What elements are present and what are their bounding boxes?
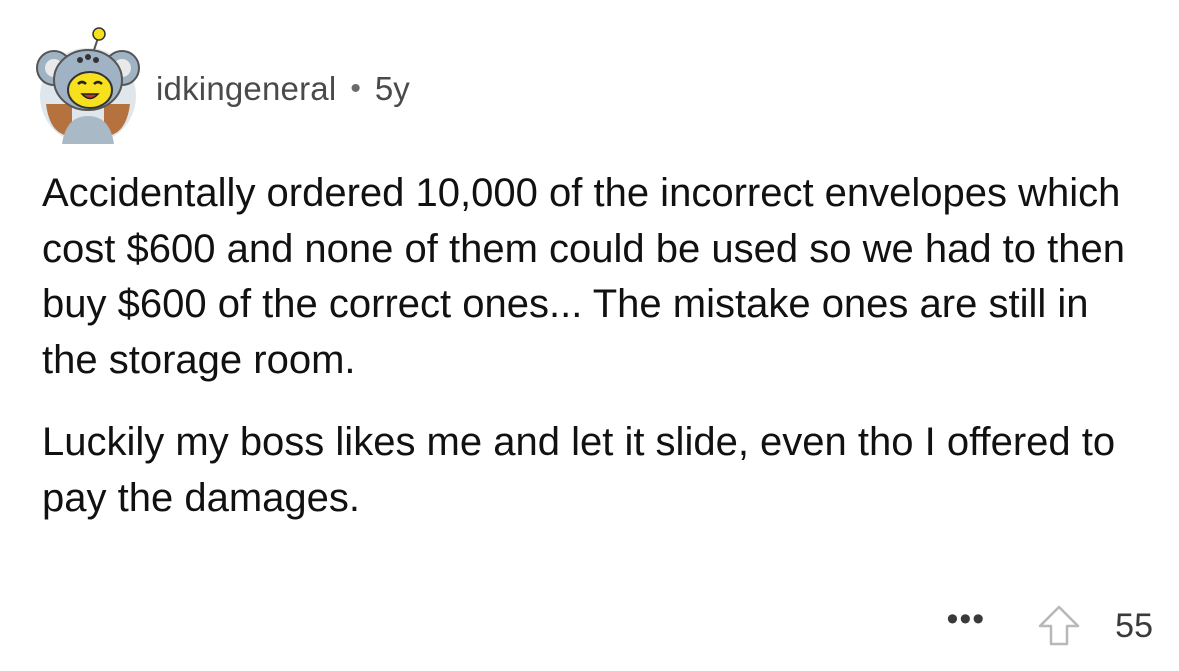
meta-separator: •	[350, 72, 361, 105]
more-options-icon[interactable]: •••	[946, 602, 985, 636]
author-username[interactable]: idkingeneral	[156, 70, 336, 108]
koala-avatar-icon[interactable]	[36, 24, 140, 144]
comment-paragraph: Luckily my boss likes me and let it slid…	[42, 420, 1116, 520]
comment-age: 5y	[374, 70, 410, 107]
upvote-arrow-icon[interactable]	[1037, 604, 1081, 648]
vote-score: 55	[1115, 606, 1153, 645]
comment-body: Accidentally ordered 10,000 of the incor…	[42, 166, 1142, 553]
comment-card: idkingeneral • 5y Accidentally ordered 1…	[0, 0, 1179, 671]
comment-header: idkingeneral • 5y	[36, 24, 410, 144]
comment-paragraph: Accidentally ordered 10,000 of the incor…	[42, 171, 1126, 382]
comment-actions: ••• 55	[946, 596, 1153, 656]
